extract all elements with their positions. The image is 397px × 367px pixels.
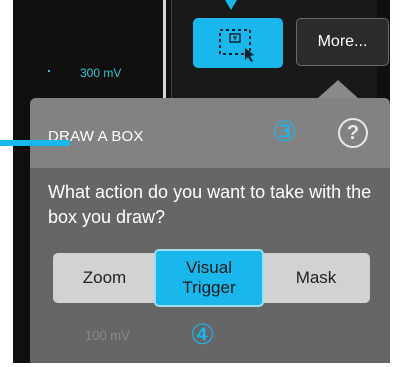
callout-marker-3: ③: [272, 116, 298, 147]
callout-connector-line: [0, 140, 70, 146]
zoom-button[interactable]: Zoom: [53, 253, 156, 303]
visual-trigger-label: Visual Trigger: [182, 258, 236, 297]
mask-button[interactable]: Mask: [262, 253, 370, 303]
trace-label-300mv: 300 mV: [80, 66, 122, 80]
draw-box-button[interactable]: [193, 18, 283, 68]
box-action-selector: Zoom Mask Visual Trigger: [53, 249, 370, 307]
callout-marker-4: ④: [190, 319, 216, 350]
help-icon[interactable]: ?: [338, 118, 368, 148]
more-button[interactable]: More...: [296, 18, 389, 66]
callout-arrow-top: [225, 0, 237, 10]
draw-box-popup: DRAW A BOX ③ ? What action do you want t…: [30, 98, 390, 363]
trace-label-100mv: 100 mV: [85, 328, 130, 343]
popup-question: What action do you want to take with the…: [48, 182, 372, 227]
trace-marker: [48, 70, 50, 72]
popup-pointer: [318, 80, 358, 98]
visual-trigger-button[interactable]: Visual Trigger: [154, 249, 264, 307]
draw-box-icon: [219, 29, 254, 62]
